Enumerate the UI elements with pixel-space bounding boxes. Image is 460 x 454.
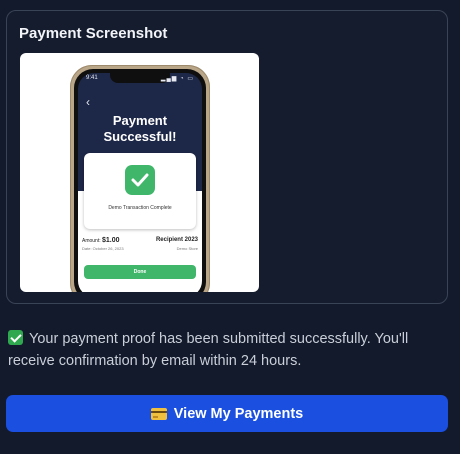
back-arrow-icon: ‹ <box>86 95 90 109</box>
credit-card-icon <box>150 407 167 420</box>
checkmark-icon <box>125 165 155 195</box>
amount-value: $1.00 <box>102 237 120 244</box>
view-my-payments-button[interactable]: View My Payments <box>6 395 448 432</box>
success-card: Demo Transaction Complete <box>84 153 196 229</box>
phone-screen: 9:41 ▂▄▆ ◔ ▭ ‹ Payment Successful! Demo … <box>78 73 202 292</box>
amount-label: Amount: <box>82 238 101 244</box>
status-icons: ▂▄▆ ◔ ▭ <box>160 76 194 82</box>
view-my-payments-label: View My Payments <box>173 405 304 422</box>
transaction-text: Demo Transaction Complete <box>108 205 172 211</box>
transaction-date: Date: October 26, 2023 <box>82 246 124 251</box>
payment-headline: Payment Successful! <box>78 113 202 145</box>
phone-frame: 9:41 ▂▄▆ ◔ ▭ ‹ Payment Successful! Demo … <box>70 65 210 292</box>
headline-line-2: Successful! <box>103 129 177 144</box>
success-message: Your payment proof has been submitted su… <box>8 328 448 372</box>
phone-bezel: 9:41 ▂▄▆ ◔ ▭ ‹ Payment Successful! Demo … <box>74 69 206 292</box>
check-emoji-icon <box>8 330 23 345</box>
success-message-text: Your payment proof has been submitted su… <box>8 331 409 369</box>
status-time: 9:41 <box>86 75 98 81</box>
payment-screenshot-image[interactable]: 9:41 ▂▄▆ ◔ ▭ ‹ Payment Successful! Demo … <box>20 53 259 292</box>
card-title: Payment Screenshot <box>19 25 168 42</box>
amount: Amount: $1.00 <box>82 237 120 244</box>
headline-line-1: Payment <box>112 113 168 128</box>
done-button: Done <box>84 265 196 279</box>
payment-screenshot-card: Payment Screenshot 9:41 ▂▄▆ ◔ ▭ ‹ Paymen… <box>6 10 448 304</box>
recipient: Recipient 2023 <box>155 237 198 243</box>
recipient-sub: Demo Store <box>176 246 198 251</box>
